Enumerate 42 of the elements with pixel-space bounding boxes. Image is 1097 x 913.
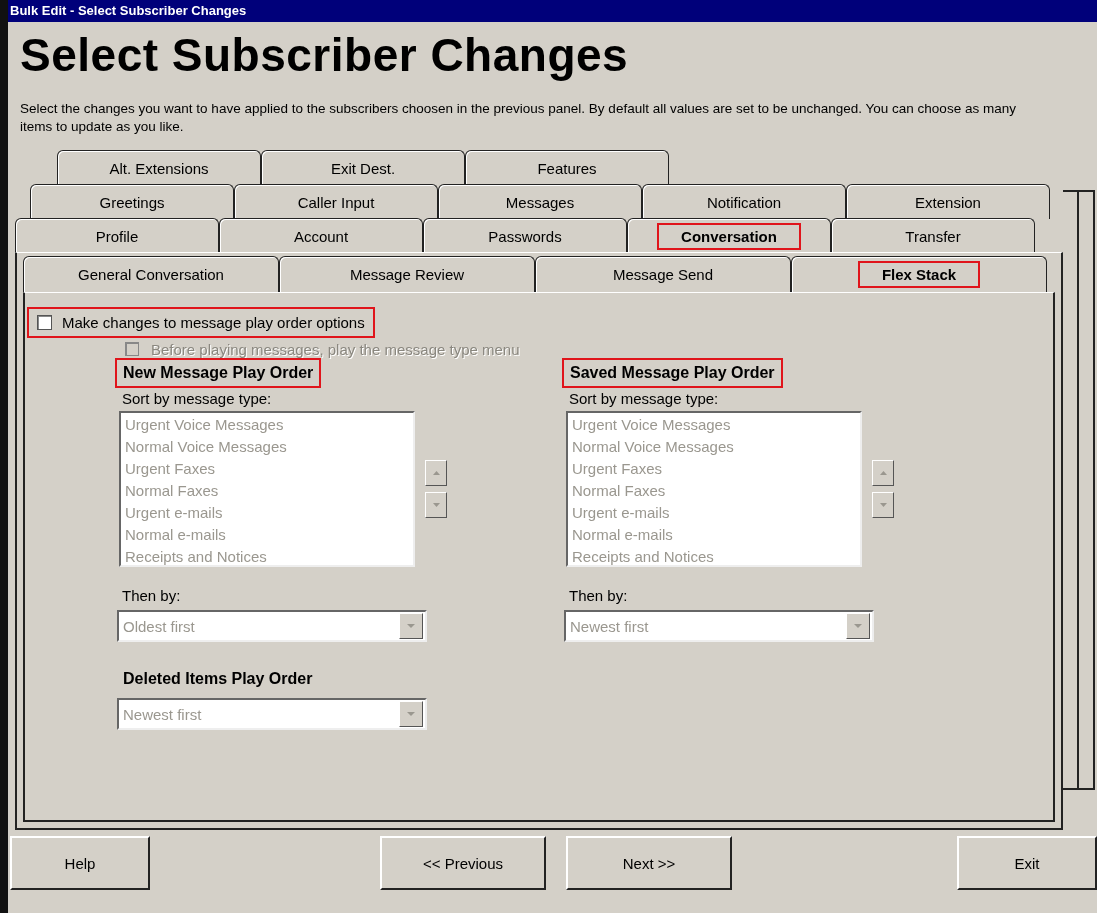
tab[interactable]: Messages bbox=[438, 184, 642, 219]
tab[interactable]: Notification bbox=[642, 184, 846, 219]
field-label: Sort by message type: bbox=[569, 390, 720, 407]
up-arrow-icon bbox=[879, 471, 887, 475]
up-arrow-icon bbox=[432, 471, 440, 475]
page-heading: Select Subscriber Changes bbox=[20, 28, 630, 82]
down-arrow-icon bbox=[432, 503, 440, 507]
nav-button[interactable]: Help bbox=[10, 836, 150, 890]
tab[interactable]: Exit Dest. bbox=[261, 150, 465, 185]
tab[interactable]: Message Send bbox=[535, 256, 791, 292]
tab[interactable]: Account bbox=[219, 218, 423, 253]
move-down-button[interactable] bbox=[425, 492, 447, 518]
tab[interactable]: Caller Input bbox=[234, 184, 438, 219]
field-label: Then by: bbox=[569, 587, 629, 604]
tab[interactable]: Greetings bbox=[30, 184, 234, 219]
tab[interactable]: General Conversation bbox=[23, 256, 279, 292]
checkbox[interactable] bbox=[37, 315, 52, 330]
move-up-button[interactable] bbox=[872, 460, 894, 486]
tab[interactable]: Flex Stack bbox=[791, 256, 1047, 292]
nav-button[interactable]: << Previous bbox=[380, 836, 546, 890]
description-text: Select the changes you want to have applied to the subscribers choosen in the previous panel. By default all values are set to be unchanged. You can choose as many items to update as you like. bbox=[20, 100, 1017, 136]
nav-button[interactable]: Exit bbox=[957, 836, 1097, 890]
section-heading: Saved Message Play Order bbox=[564, 360, 781, 386]
field-label: Sort by message type: bbox=[122, 390, 273, 407]
checkbox-label: Make changes to message play order options bbox=[62, 314, 365, 331]
checkbox-label: Before playing messages, play the message type menu bbox=[151, 340, 520, 358]
move-up-button[interactable] bbox=[425, 460, 447, 486]
section-heading: New Message Play Order bbox=[117, 360, 320, 386]
tab[interactable]: Extension bbox=[846, 184, 1050, 219]
tab[interactable]: Message Review bbox=[279, 256, 535, 292]
tab[interactable]: Features bbox=[465, 150, 669, 185]
tab[interactable]: Profile bbox=[15, 218, 219, 253]
tab[interactable]: Conversation bbox=[627, 218, 831, 253]
move-down-button[interactable] bbox=[872, 492, 894, 518]
window-title: Bulk Edit - Select Subscriber Changes bbox=[8, 0, 1097, 22]
nav-button[interactable]: Next >> bbox=[566, 836, 732, 890]
down-arrow-icon bbox=[879, 503, 887, 507]
section-heading: Deleted Items Play Order bbox=[122, 669, 314, 689]
tab[interactable]: Passwords bbox=[423, 218, 627, 253]
field-label: Then by: bbox=[122, 587, 182, 604]
tab[interactable]: Transfer bbox=[831, 218, 1035, 253]
tab[interactable]: Alt. Extensions bbox=[57, 150, 261, 185]
